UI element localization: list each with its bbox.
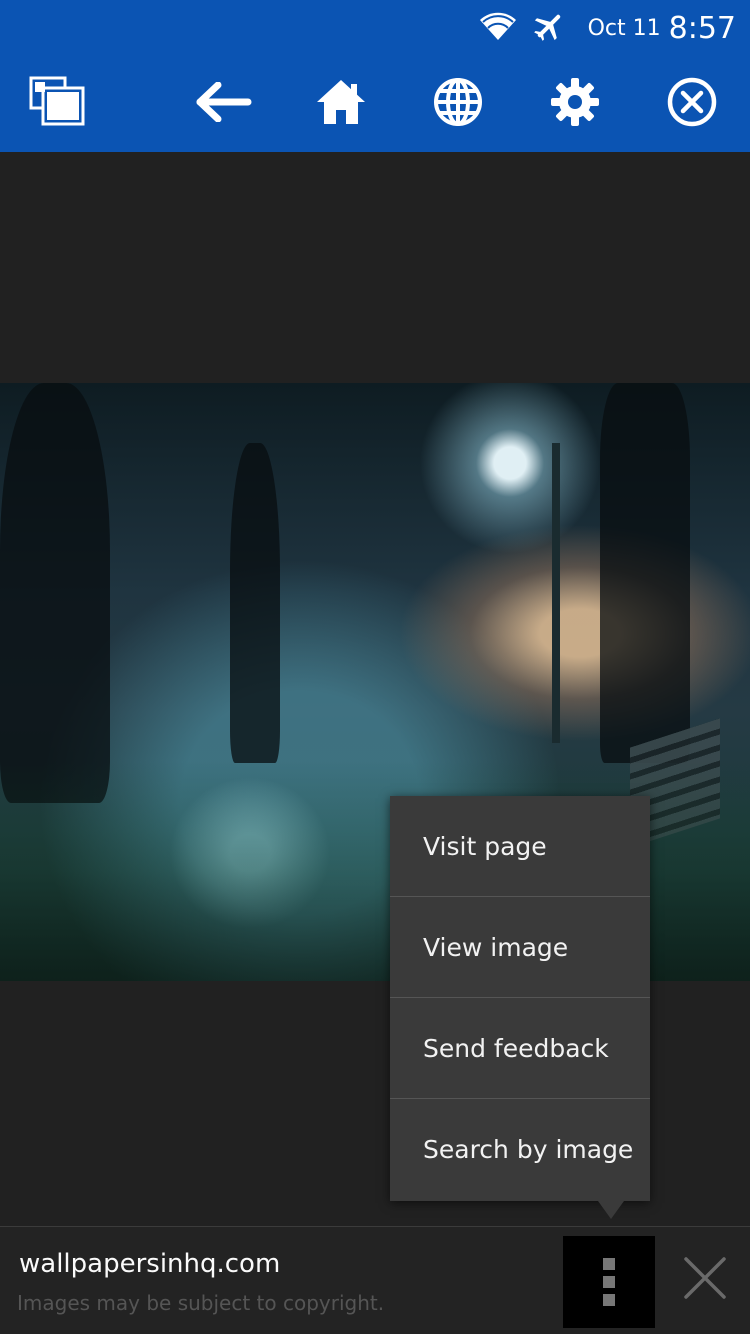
more-dot (603, 1258, 615, 1270)
menu-pointer (598, 1201, 624, 1219)
menu-item-view-image[interactable]: View image (390, 897, 650, 998)
back-arrow-icon (196, 81, 252, 126)
close-circle-icon (666, 76, 718, 132)
copyright-notice: Images may be subject to copyright. (17, 1291, 385, 1315)
image-info-bar: wallpapersinhq.com Images may be subject… (0, 1226, 750, 1334)
status-time: 8:57 (668, 10, 736, 46)
menu-item-visit-page[interactable]: Visit page (390, 796, 650, 897)
image-tree-right (600, 383, 690, 763)
wifi-icon (478, 10, 518, 46)
globe-icon (432, 76, 484, 132)
close-tab-button[interactable] (660, 72, 724, 136)
windows-button[interactable] (26, 72, 90, 136)
airplane-icon (532, 9, 566, 47)
image-context-menu: Visit page View image Send feedback Sear… (390, 796, 650, 1201)
image-tree-mid (230, 443, 280, 763)
menu-item-search-by-image[interactable]: Search by image (390, 1099, 650, 1200)
windows-icon (28, 75, 88, 133)
close-info-button[interactable] (670, 1245, 740, 1315)
app-header: Oct 11 8:57 (0, 0, 750, 152)
menu-item-send-feedback[interactable]: Send feedback (390, 998, 650, 1099)
status-bar: Oct 11 8:57 (478, 8, 736, 48)
more-options-button[interactable] (563, 1236, 655, 1328)
back-button[interactable] (192, 72, 256, 136)
more-dot (603, 1294, 615, 1306)
source-site-label[interactable]: wallpapersinhq.com (19, 1249, 280, 1279)
image-lamp-post (552, 443, 560, 743)
home-icon (315, 78, 367, 130)
globe-button[interactable] (426, 72, 490, 136)
browser-toolbar (0, 68, 750, 140)
close-icon (682, 1255, 728, 1305)
settings-button[interactable] (543, 72, 607, 136)
more-dot (603, 1276, 615, 1288)
home-button[interactable] (309, 72, 373, 136)
image-tree-left (0, 383, 110, 803)
gear-icon (549, 76, 601, 132)
status-date: Oct 11 (587, 15, 661, 41)
